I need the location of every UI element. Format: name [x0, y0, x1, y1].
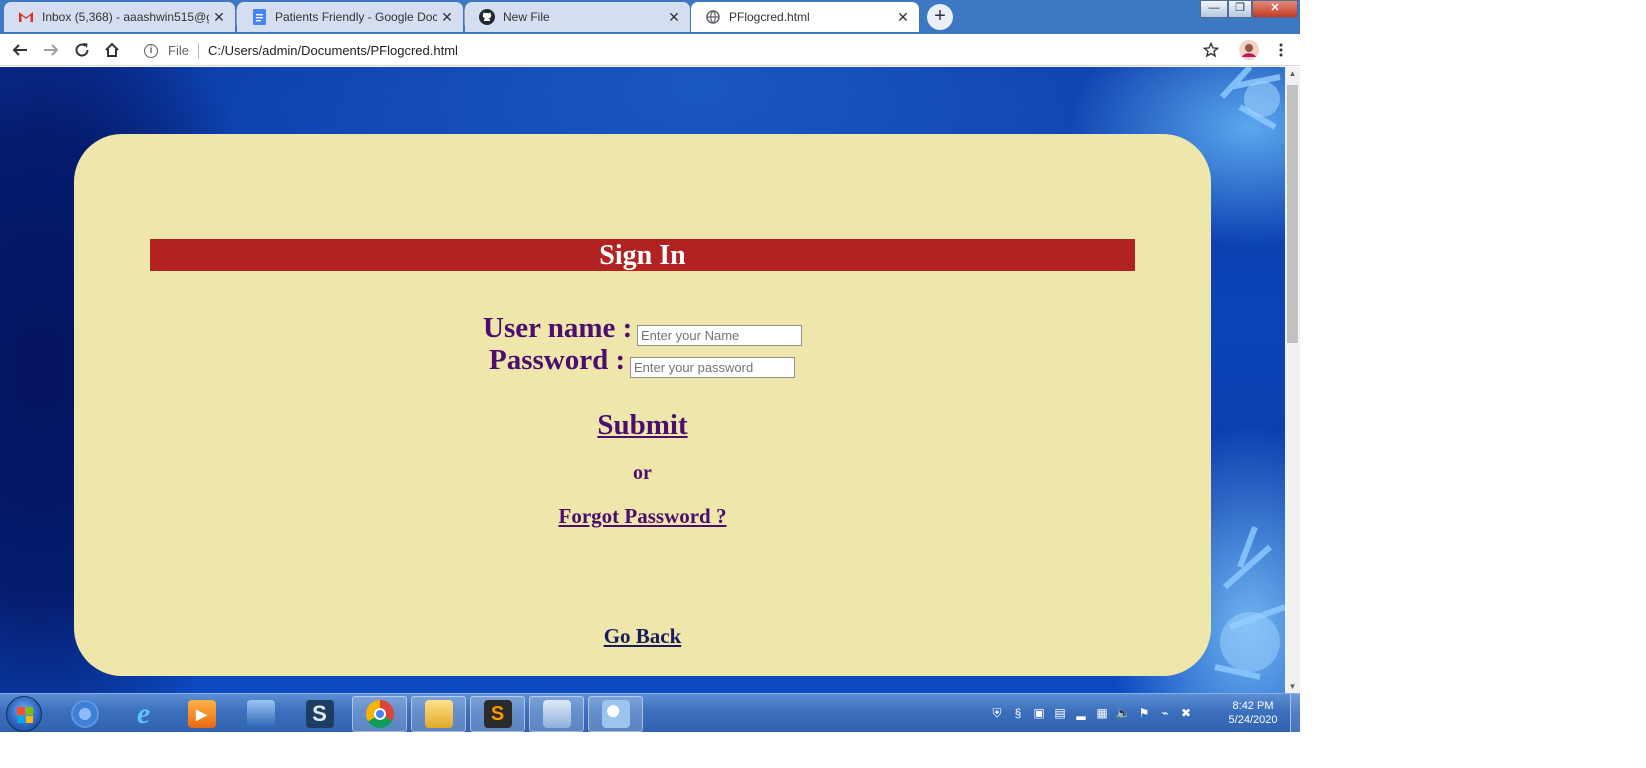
- blank-margin-bottom: [0, 732, 1300, 768]
- windows-logo-icon: [17, 707, 33, 723]
- go-back-link[interactable]: Go Back: [74, 624, 1211, 649]
- taskbar-chrome[interactable]: [352, 696, 407, 732]
- taskbar-sublime-text[interactable]: S: [470, 696, 525, 732]
- taskbar-media-player[interactable]: ▶: [174, 696, 229, 732]
- taskbar-chromium[interactable]: [57, 696, 112, 732]
- scroll-up-arrow-icon[interactable]: ▲: [1285, 69, 1300, 78]
- browser-toolbar: i File C:/Users/admin/Documents/PFlogcre…: [0, 34, 1300, 66]
- profile-avatar[interactable]: [1238, 39, 1260, 61]
- clock-date: 5/24/2020: [1228, 714, 1278, 726]
- clock-time: 8:42 PM: [1232, 700, 1274, 712]
- signal-icon[interactable]: ▂: [1072, 704, 1090, 722]
- tab-title: Patients Friendly - Google Docs: [275, 10, 437, 24]
- power-icon[interactable]: ⌁: [1156, 704, 1174, 722]
- system-tray: ⛨ § ▣ ▤ ▂ ▦ 🔈 ⚑ ⌁ ✖: [988, 702, 1195, 724]
- volume-icon[interactable]: 🔈: [1114, 704, 1132, 722]
- submit-link[interactable]: Submit: [74, 409, 1211, 442]
- scheme-label: File: [168, 43, 189, 58]
- address-bar[interactable]: i File C:/Users/admin/Documents/PFlogcre…: [134, 37, 1230, 64]
- new-tab-button[interactable]: +: [927, 4, 953, 30]
- globe-icon: [705, 9, 721, 25]
- display-icon[interactable]: ▤: [1051, 704, 1069, 722]
- internet-explorer-icon: e: [136, 697, 151, 730]
- taskbar-paint[interactable]: [588, 696, 643, 732]
- taskbar-clock[interactable]: 8:42 PM 5/24/2020: [1222, 699, 1284, 727]
- tab-close-icon[interactable]: ✕: [664, 9, 684, 26]
- tab-gmail[interactable]: Inbox (5,368) - aaashwin515@gm ✕: [4, 2, 235, 32]
- tab-close-icon[interactable]: ✕: [437, 9, 457, 26]
- bookmark-button[interactable]: [1200, 39, 1222, 61]
- remote-desktop-icon: [542, 700, 571, 728]
- show-desktop-button[interactable]: [1290, 694, 1300, 732]
- forward-button[interactable]: [40, 39, 62, 61]
- info-icon[interactable]: i: [144, 43, 158, 58]
- taskbar-internet-explorer[interactable]: e: [116, 696, 171, 732]
- sign-in-heading: Sign In: [150, 239, 1135, 271]
- address-divider: [197, 42, 199, 59]
- media-player-icon: ▶: [187, 700, 216, 728]
- username-input[interactable]: [637, 325, 802, 346]
- arrow-right-icon: [44, 44, 59, 56]
- scrollbar-thumb[interactable]: [1287, 85, 1298, 343]
- paint-icon: [601, 700, 630, 728]
- login-card: Sign In User name : Password : Submit or…: [74, 134, 1211, 676]
- tab-close-icon[interactable]: ✕: [893, 9, 913, 26]
- home-icon: [105, 42, 119, 57]
- network-icon: [246, 700, 275, 728]
- page-viewport: Sign In User name : Password : Submit or…: [0, 67, 1285, 693]
- vertical-scrollbar[interactable]: ▲ ▼: [1285, 67, 1300, 693]
- password-input[interactable]: [630, 357, 795, 378]
- tab-title: New File: [503, 10, 550, 24]
- forgot-password-link[interactable]: Forgot Password ?: [74, 504, 1211, 529]
- blank-margin-right: [1300, 0, 1646, 768]
- start-button[interactable]: [6, 696, 42, 732]
- google-docs-icon: [251, 9, 267, 25]
- taskbar-remote-desktop[interactable]: [529, 696, 584, 732]
- tab-strip: Inbox (5,368) - aaashwin515@gm ✕ Patient…: [0, 0, 1300, 34]
- scripting-icon: S: [305, 700, 334, 728]
- sublime-text-icon: S: [483, 700, 512, 728]
- reload-button[interactable]: [71, 39, 93, 61]
- tab-close-icon[interactable]: ✕: [209, 9, 229, 26]
- calendar-icon[interactable]: ▦: [1093, 704, 1111, 722]
- taskbar-network[interactable]: [233, 696, 288, 732]
- avatar-icon: [1239, 40, 1259, 60]
- menu-button[interactable]: [1270, 39, 1292, 61]
- taskbar-scripting[interactable]: S: [292, 696, 347, 732]
- tab-title: Inbox (5,368) - aaashwin515@gm: [42, 10, 209, 24]
- minimize-button[interactable]: —: [1200, 0, 1228, 18]
- tab-pflogcred[interactable]: PFlogcred.html ✕: [691, 2, 919, 32]
- username-label: User name :: [483, 312, 633, 344]
- tab-google-docs[interactable]: Patients Friendly - Google Docs ✕: [237, 2, 463, 32]
- star-icon: [1203, 42, 1219, 58]
- gmail-icon: [18, 9, 34, 25]
- kebab-menu-icon: [1279, 43, 1283, 57]
- flag-icon[interactable]: ⚑: [1135, 704, 1153, 722]
- screen: Inbox (5,368) - aaashwin515@gm ✕ Patient…: [0, 0, 1300, 732]
- sync-icon[interactable]: §: [1009, 704, 1027, 722]
- chrome-icon: [365, 700, 394, 728]
- arrow-left-icon: [12, 44, 27, 56]
- back-button[interactable]: [9, 39, 31, 61]
- tab-github[interactable]: New File ✕: [465, 2, 690, 32]
- scroll-down-arrow-icon[interactable]: ▼: [1285, 682, 1300, 691]
- tab-title: PFlogcred.html: [729, 10, 810, 24]
- password-label: Password :: [489, 344, 626, 376]
- file-explorer-icon: [424, 700, 453, 728]
- chromium-icon: [70, 700, 99, 728]
- home-button[interactable]: [101, 39, 123, 61]
- taskbar-file-explorer[interactable]: [411, 696, 466, 732]
- or-text: or: [633, 462, 652, 484]
- github-icon: [479, 9, 495, 25]
- maximize-button[interactable]: ❐: [1228, 0, 1252, 18]
- app-tray-icon[interactable]: ▣: [1030, 704, 1048, 722]
- network-status-icon[interactable]: ✖: [1177, 704, 1195, 722]
- taskbar: e ▶ S S ⛨ § ▣ ▤ ▂ ▦ 🔈 ⚑ ⌁ ✖ 8:42 PM 5/24…: [0, 693, 1300, 732]
- reload-icon: [75, 43, 89, 57]
- security-shield-icon[interactable]: ⛨: [988, 704, 1006, 722]
- window-close-button[interactable]: ✕: [1252, 0, 1298, 18]
- url-text[interactable]: C:/Users/admin/Documents/PFlogcred.html: [208, 43, 458, 58]
